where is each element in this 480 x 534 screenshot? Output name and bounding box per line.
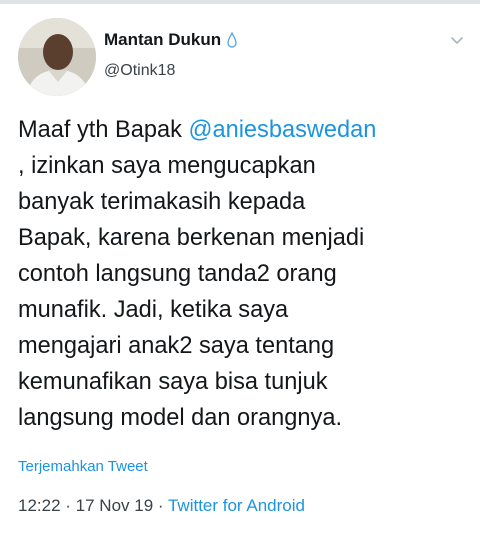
meta-separator: · xyxy=(60,496,76,515)
tweet-line: Maaf yth Bapak @aniesbaswedan xyxy=(18,112,468,148)
tweet-date[interactable]: 17 Nov 19 xyxy=(76,496,154,515)
tweet-line: langsung model dan orangnya. xyxy=(18,405,342,431)
avatar[interactable] xyxy=(18,18,96,96)
tweet-line: mengajari anak2 saya tentang xyxy=(18,333,335,359)
tweet-line-text: Maaf yth Bapak xyxy=(18,117,189,143)
tweet-line: , izinkan saya mengucapkan xyxy=(18,153,316,179)
mention-link[interactable]: @aniesbaswedan xyxy=(189,117,377,143)
chevron-down-icon[interactable] xyxy=(449,32,465,48)
top-divider xyxy=(0,0,480,4)
tweet-line: munafik. Jadi, ketika saya xyxy=(18,297,289,323)
tweet-line: kemunafikan saya bisa tunjuk xyxy=(18,369,328,395)
tweet-meta: 12:22 · 17 Nov 19 · Twitter for Android xyxy=(18,496,305,516)
tweet-line: contoh langsung tanda2 orang xyxy=(18,261,337,287)
tweet-text: Maaf yth Bapak @aniesbaswedan , izinkan … xyxy=(18,112,468,436)
user-handle[interactable]: @Otink18 xyxy=(104,62,175,80)
tweet-source-link[interactable]: Twitter for Android xyxy=(168,496,305,515)
avatar-image xyxy=(18,18,96,96)
water-drop-icon xyxy=(227,32,237,48)
translate-tweet-link[interactable]: Terjemahkan Tweet xyxy=(18,458,148,475)
tweet-time[interactable]: 12:22 xyxy=(18,496,61,515)
display-name-row[interactable]: Mantan Dukun xyxy=(104,30,237,50)
tweet-line: banyak terimakasih kepada xyxy=(18,189,306,215)
tweet-line: Bapak, karena berkenan menjadi xyxy=(18,225,365,251)
meta-separator: · xyxy=(153,496,168,515)
display-name[interactable]: Mantan Dukun xyxy=(104,30,221,50)
